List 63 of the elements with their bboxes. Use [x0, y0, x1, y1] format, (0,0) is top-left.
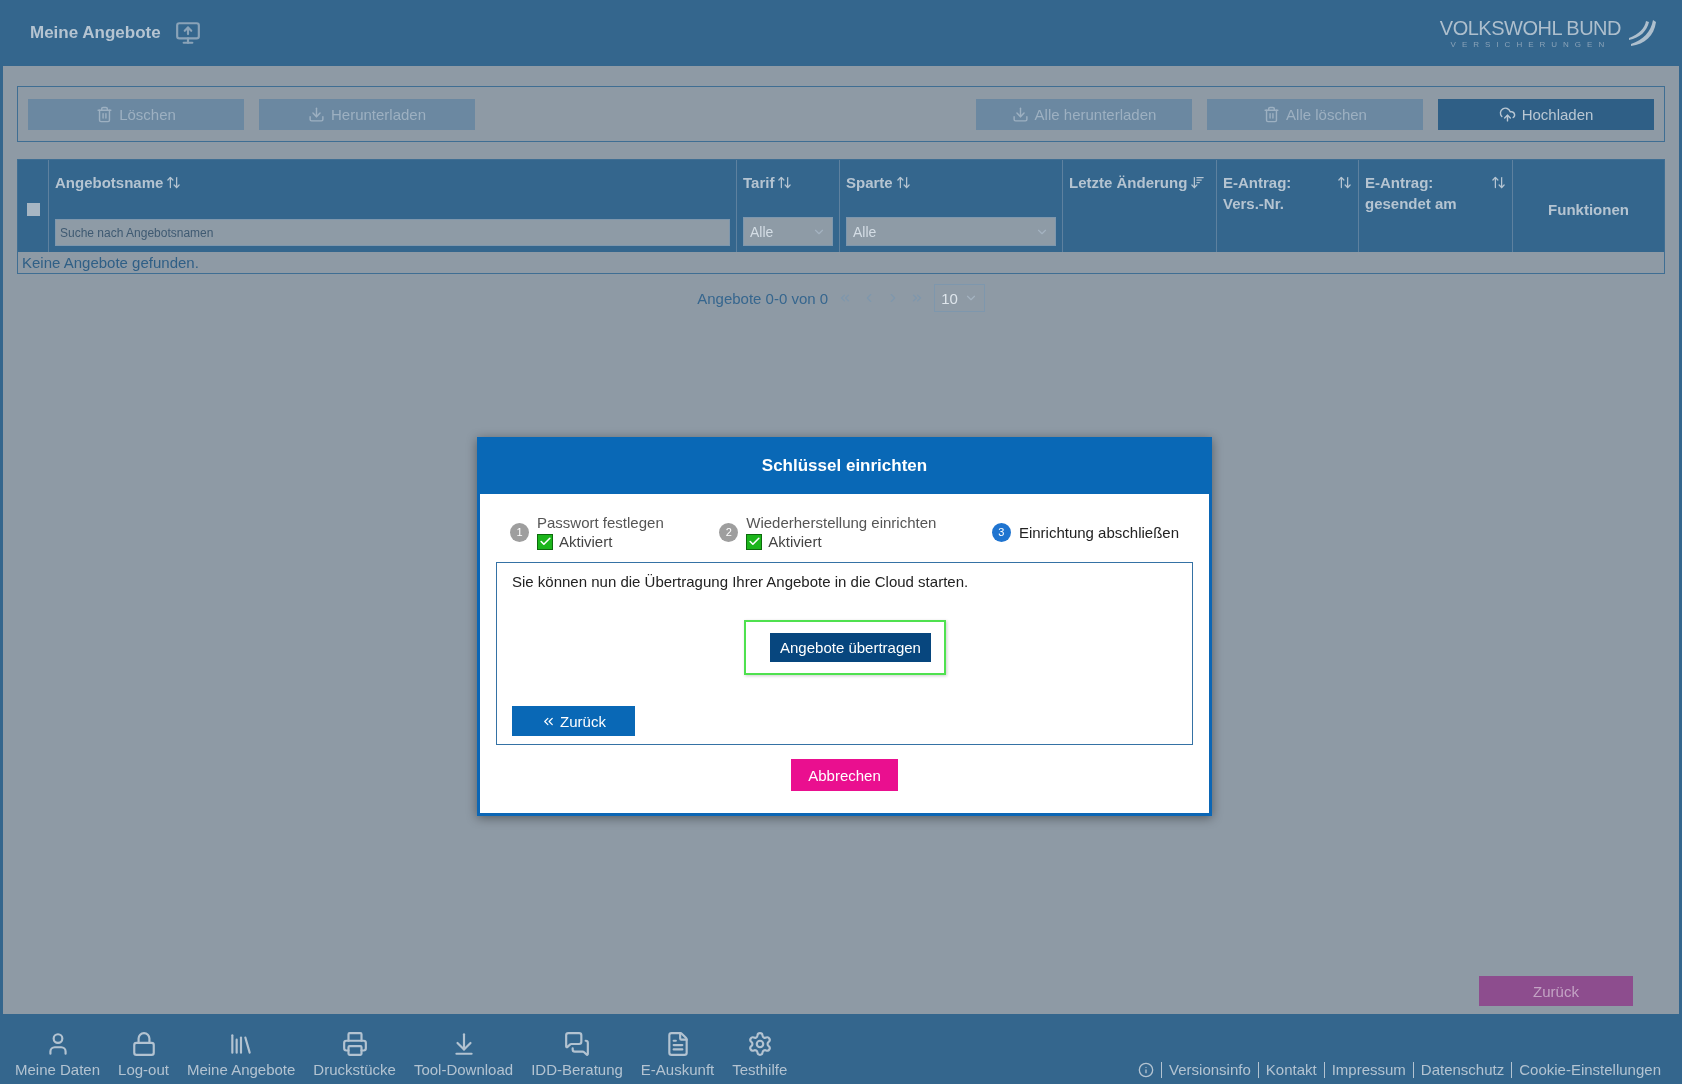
swoosh-icon: [1627, 18, 1657, 48]
footer-nav-item[interactable]: Druckstücke: [313, 1031, 396, 1078]
column-header[interactable]: E-Antrag: Vers.-Nr.: [1223, 172, 1334, 214]
monitor-icon: [174, 20, 201, 46]
footer-nav-item[interactable]: Tool-Download: [413, 1031, 514, 1078]
printer-icon: [341, 1031, 368, 1057]
back-button[interactable]: Zurück: [512, 706, 635, 736]
footer-nav-item[interactable]: IDD-Beratung: [531, 1031, 623, 1078]
sort-descending-icon[interactable]: [1190, 175, 1206, 190]
footer-nav-item[interactable]: Log-out: [118, 1031, 169, 1078]
sort-icon[interactable]: [166, 175, 182, 190]
footer-link[interactable]: Datenschutz: [1420, 1061, 1505, 1078]
column-header[interactable]: Funktionen: [1548, 198, 1629, 220]
filter-dropdown[interactable]: Alle: [846, 217, 1056, 246]
page-title: Meine Angebote: [30, 23, 161, 43]
column-header[interactable]: Sparte: [846, 172, 893, 193]
footer-nav-item[interactable]: Meine Angebote: [186, 1031, 296, 1078]
footer-nav-item[interactable]: Testhilfe: [732, 1031, 788, 1078]
column-header[interactable]: Tarif: [743, 172, 775, 193]
dialog-title: Schlüssel einrichten: [477, 437, 1212, 494]
filter-dropdown[interactable]: Alle: [743, 217, 833, 246]
info-icon[interactable]: [1138, 1061, 1155, 1078]
toolbar-button[interactable]: Hochladen: [1438, 98, 1654, 130]
settings-icon: [746, 1031, 773, 1057]
dialog-message: Sie können nun die Übertragung Ihrer Angebote in die Cloud starten.: [512, 573, 970, 590]
step-label: Einrichtung abschließen: [1018, 523, 1179, 541]
logo-name: VOLKSWOHL BUND: [1439, 17, 1621, 40]
footer-nav-item[interactable]: E-Auskunft: [640, 1031, 715, 1078]
sort-icon[interactable]: [777, 175, 793, 190]
step-number: 3: [991, 522, 1011, 542]
search-field[interactable]: Suche nach Angebotsnamen: [55, 219, 730, 246]
sort-icon[interactable]: [1491, 175, 1506, 190]
footer-link[interactable]: Versionsinfo: [1169, 1061, 1251, 1078]
page-size-dropdown[interactable]: 10: [934, 284, 985, 312]
download-icon: [1011, 105, 1029, 123]
logo-subtitle: VERSICHERUNGEN: [1450, 40, 1611, 49]
trash-icon: [1263, 105, 1281, 123]
download-icon: [307, 105, 325, 123]
trash-icon: [96, 105, 114, 123]
chat-icon: [564, 1031, 590, 1057]
step-status: Aktiviert: [559, 533, 613, 550]
back-button[interactable]: Zurück: [1479, 976, 1633, 1006]
pagination-summary: Angebote 0-0 von 0: [697, 289, 829, 307]
footer-link[interactable]: Impressum: [1331, 1061, 1406, 1078]
step-number: 1: [510, 522, 529, 542]
cancel-button[interactable]: Abbrechen: [791, 759, 898, 791]
column-header[interactable]: Angebotsname: [55, 172, 164, 193]
empty-message: Keine Angebote gefunden.: [21, 253, 200, 273]
sort-icon[interactable]: [1337, 175, 1352, 190]
cloud-upload-icon: [1498, 105, 1516, 123]
step-number: 2: [719, 522, 739, 542]
transfer-button[interactable]: Angebote übertragen: [770, 633, 931, 662]
select-all-checkbox[interactable]: [26, 202, 40, 216]
step-label: Passwort festlegen: [537, 514, 664, 531]
footer-nav-item[interactable]: Meine Daten: [15, 1031, 101, 1078]
sort-icon[interactable]: [895, 175, 911, 190]
step-status: Aktiviert: [768, 533, 822, 550]
column-header[interactable]: E-Antrag: gesendet am: [1365, 172, 1488, 214]
lock-icon: [130, 1031, 157, 1057]
footer-link[interactable]: Kontakt: [1265, 1061, 1317, 1078]
step-label: Wiederherstellung einrichten: [746, 514, 937, 531]
footer-link[interactable]: Cookie-Einstellungen: [1519, 1061, 1661, 1078]
column-header[interactable]: Letzte Änderung: [1069, 172, 1188, 193]
